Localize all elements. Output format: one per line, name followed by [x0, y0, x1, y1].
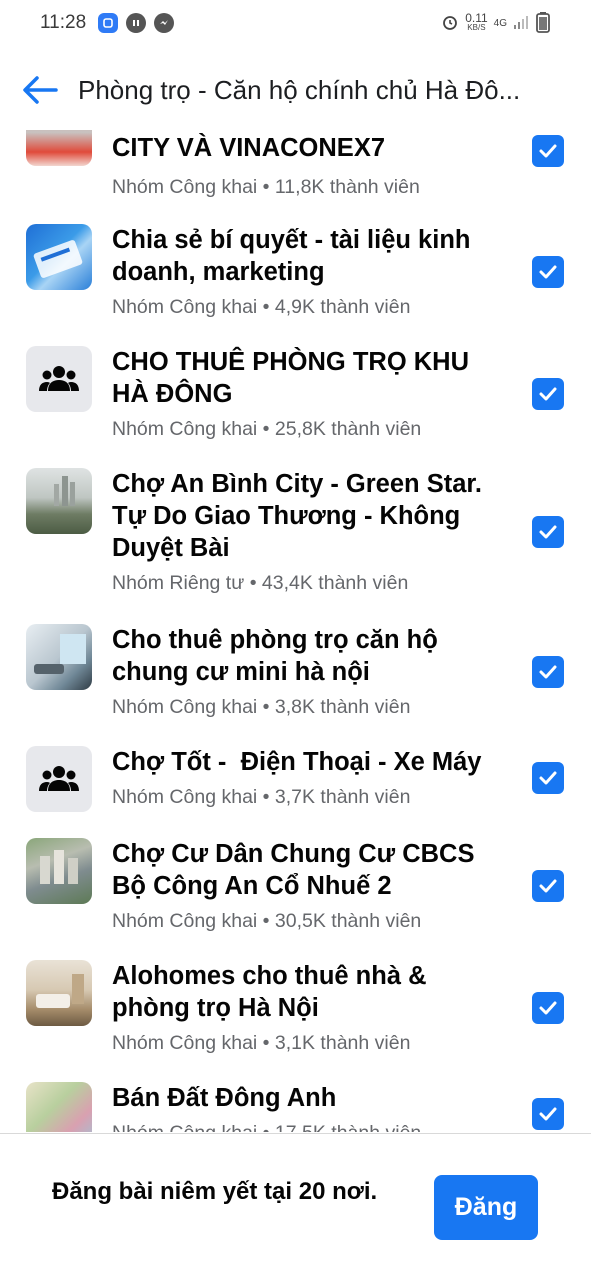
- group-checkbox[interactable]: [532, 762, 564, 794]
- group-name: Chia sẻ bí quyết - tài liệu kinh doanh, …: [112, 226, 471, 286]
- group-name: Alohomes cho thuê nhà & phòng trọ Hà Nội: [112, 962, 427, 1022]
- group-thumbnail: [26, 624, 92, 690]
- status-time: 11:28: [40, 12, 87, 33]
- group-meta: Nhóm Công khai • 3,8K thành viên: [112, 696, 411, 718]
- group-checkbox[interactable]: [532, 378, 564, 410]
- battery-icon: [535, 11, 551, 36]
- back-arrow-icon: [23, 76, 58, 104]
- page-title: Phòng trọ - Căn hộ chính chủ Hà Đô...: [78, 74, 521, 105]
- group-thumbnail: [26, 960, 92, 1026]
- group-checkbox[interactable]: [532, 1098, 564, 1130]
- alarm-icon: [441, 13, 459, 34]
- group-thumbnail: [26, 746, 92, 812]
- group-item[interactable]: Chợ An Bình City - Green Star. Tự Do Gia…: [0, 468, 591, 608]
- checkmark-icon: [539, 1107, 557, 1121]
- group-meta: Nhóm Công khai • 17,5K thành viên: [112, 1122, 421, 1132]
- app-notification-icon: [126, 13, 147, 33]
- post-button[interactable]: Đăng: [434, 1175, 538, 1240]
- group-meta: Nhóm Riêng tư • 43,4K thành viên: [112, 572, 409, 594]
- group-meta: Nhóm Công khai • 3,7K thành viên: [112, 786, 411, 808]
- net-speed: 0.11 KB/S: [465, 11, 488, 33]
- group-name: CITY VÀ VINACONEX7: [112, 134, 386, 162]
- group-list[interactable]: CITY VÀ VINACONEX7 Nhóm Công khai • 11,8…: [0, 130, 591, 1132]
- group-item[interactable]: Chia sẻ bí quyết - tài liệu kinh doanh, …: [0, 224, 591, 334]
- group-meta: Nhóm Công khai • 30,5K thành viên: [112, 910, 422, 932]
- checkmark-icon: [539, 144, 557, 158]
- status-bar: 11:28 0.11 KB/S 4G: [0, 0, 591, 46]
- group-name: Chợ Cư Dân Chung Cư CBCS Bộ Công An Cổ N…: [112, 840, 475, 900]
- group-item[interactable]: Chợ Cư Dân Chung Cư CBCS Bộ Công An Cổ N…: [0, 838, 591, 948]
- group-item[interactable]: CITY VÀ VINACONEX7 Nhóm Công khai • 11,8…: [0, 130, 591, 230]
- back-button[interactable]: [20, 70, 60, 110]
- group-item[interactable]: Bán Đất Đông Anh Nhóm Công khai • 17,5K …: [0, 1082, 591, 1132]
- group-checkbox[interactable]: [532, 135, 564, 167]
- group-thumbnail: [26, 224, 92, 290]
- group-thumbnail: [26, 346, 92, 412]
- group-name: Bán Đất Đông Anh: [112, 1084, 337, 1112]
- group-checkbox[interactable]: [532, 656, 564, 688]
- group-thumbnail: [26, 838, 92, 904]
- group-checkbox[interactable]: [532, 870, 564, 902]
- checkmark-icon: [539, 1001, 557, 1015]
- group-item[interactable]: CHO THUÊ PHÒNG TRỌ KHU HÀ ĐÔNG Nhóm Công…: [0, 346, 591, 456]
- status-right: 0.11 KB/S 4G: [441, 11, 551, 36]
- group-item[interactable]: Alohomes cho thuê nhà & phòng trọ Hà Nội…: [0, 960, 591, 1070]
- messenger-icon: [154, 13, 175, 33]
- group-thumbnail: [26, 130, 92, 166]
- checkmark-icon: [539, 771, 557, 785]
- group-checkbox[interactable]: [532, 992, 564, 1024]
- checkmark-icon: [539, 665, 557, 679]
- post-summary: Đăng bài niêm yết tại 20 nơi.: [52, 1178, 378, 1205]
- checkmark-icon: [539, 387, 557, 401]
- checkmark-icon: [539, 879, 557, 893]
- checkmark-icon: [539, 525, 557, 539]
- group-people-icon: [39, 366, 79, 391]
- group-meta: Nhóm Công khai • 3,1K thành viên: [112, 1032, 411, 1054]
- group-meta: Nhóm Công khai • 4,9K thành viên: [112, 296, 411, 318]
- net-speed-unit: KB/S: [467, 23, 486, 32]
- checkmark-icon: [539, 265, 557, 279]
- group-people-icon: [39, 766, 79, 791]
- group-meta: Nhóm Công khai • 25,8K thành viên: [112, 418, 422, 440]
- group-checkbox[interactable]: [532, 516, 564, 548]
- footer-divider: [0, 1133, 591, 1134]
- group-name: Cho thuê phòng trọ căn hộ chung cư mini …: [112, 626, 438, 686]
- group-item[interactable]: Chợ Tốt - Điện Thoại - Xe Máy Nhóm Công …: [0, 746, 591, 826]
- group-thumbnail: [26, 468, 92, 534]
- group-name: Chợ An Bình City - Green Star. Tự Do Gia…: [112, 470, 482, 562]
- app-bar: Phòng trọ - Căn hộ chính chủ Hà Đô...: [0, 58, 591, 122]
- group-name: Chợ Tốt - Điện Thoại - Xe Máy: [112, 748, 482, 776]
- group-item[interactable]: Cho thuê phòng trọ căn hộ chung cư mini …: [0, 624, 591, 734]
- group-checkbox[interactable]: [532, 256, 564, 288]
- network-type: 4G: [493, 17, 507, 29]
- group-name: CHO THUÊ PHÒNG TRỌ KHU HÀ ĐÔNG: [112, 348, 469, 408]
- signal-icon: [513, 14, 529, 33]
- group-meta: Nhóm Công khai • 11,8K thành viên: [112, 176, 420, 198]
- group-thumbnail: [26, 1082, 92, 1132]
- signal-app-icon: [98, 13, 119, 33]
- net-speed-value: 0.11: [465, 11, 488, 25]
